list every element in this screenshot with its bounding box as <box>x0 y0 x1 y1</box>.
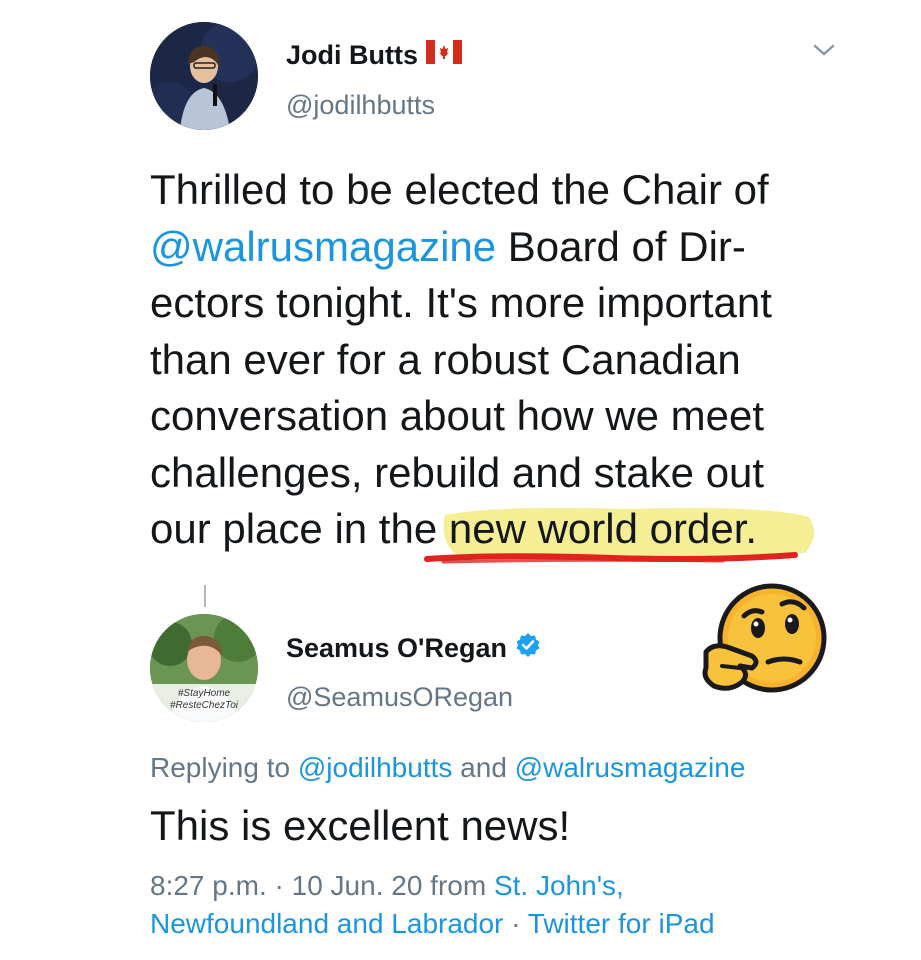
tweet-line: conversation about how we meet <box>150 392 765 439</box>
tweet-text: Thrilled to be elected the Chair of @wal… <box>150 162 850 564</box>
seamus-avatar[interactable]: #StayHome #ResteChezToi <box>150 614 258 722</box>
tweet-date[interactable]: 10 Jun. 20 <box>292 870 423 901</box>
red-underline-mark <box>423 552 798 564</box>
tweet-line: @walrusmagazine Board of Dir- <box>150 219 850 276</box>
location-link[interactable]: Newfoundland and Labrador <box>150 908 503 939</box>
meta-separator: · <box>503 908 528 939</box>
tweet-line: ectors tonight. It's more important <box>150 279 772 326</box>
tweet-meta-line1: 8:27 p.m. · 10 Jun. 20 from St. John's, <box>150 870 624 902</box>
source-link[interactable]: Twitter for iPad <box>528 908 715 939</box>
tweet-line: than ever for a robust Canadian <box>150 335 741 383</box>
highlighted-phrase: new world order. <box>423 505 815 564</box>
replying-user-link[interactable]: @jodilhbutts <box>298 752 453 783</box>
jodi-name-text: Jodi Butts <box>286 40 418 70</box>
seamus-name[interactable]: Seamus O'Regan <box>286 632 541 665</box>
replying-and: and <box>452 752 515 783</box>
canada-flag-icon <box>426 40 462 71</box>
tweet-line: challenges, rebuild and stake out <box>150 448 765 496</box>
reply-text: This is excellent news! <box>150 802 571 849</box>
mention-walrusmagazine[interactable]: @walrusmagazine <box>150 223 496 270</box>
replying-prefix: Replying to <box>150 752 298 783</box>
location-link[interactable]: St. John's, <box>494 870 624 901</box>
tweet-line: Thrilled to be elected the Chair of <box>150 166 769 213</box>
tweet-meta-line2: Newfoundland and Labrador · Twitter for … <box>150 908 715 940</box>
tweet-line: our place in the new world order. <box>150 501 850 564</box>
chevron-down-icon[interactable] <box>812 42 836 63</box>
tweet-line-rest: Board of Dir- <box>496 222 746 270</box>
thinking-face-emoji-icon <box>700 582 834 707</box>
jodi-handle[interactable]: @jodilhbutts <box>286 90 435 121</box>
replying-user-link[interactable]: @walrusmagazine <box>515 752 746 783</box>
meta-separator: · <box>266 870 292 901</box>
thread-connector-line <box>204 585 206 607</box>
jodi-name[interactable]: Jodi Butts <box>286 40 462 71</box>
jodi-avatar[interactable] <box>150 22 258 130</box>
tweet-time[interactable]: 8:27 p.m. <box>150 870 267 901</box>
from-word: from <box>422 870 494 901</box>
highlighted-phrase-text: new world order. <box>448 505 758 552</box>
avatar-caption: #StayHome #ResteChezToi <box>150 688 258 712</box>
jodi-avatar-image <box>150 22 258 130</box>
tweet-line-start: our place in the <box>150 505 449 552</box>
verified-badge-icon <box>515 632 541 665</box>
seamus-handle[interactable]: @SeamusORegan <box>286 682 513 713</box>
avatar-caption-line: #ResteChezToi <box>169 700 238 711</box>
avatar-caption-line: #StayHome <box>177 688 231 699</box>
seamus-name-text: Seamus O'Regan <box>286 633 507 663</box>
replying-to-line: Replying to @jodilhbutts and @walrusmaga… <box>150 752 745 784</box>
